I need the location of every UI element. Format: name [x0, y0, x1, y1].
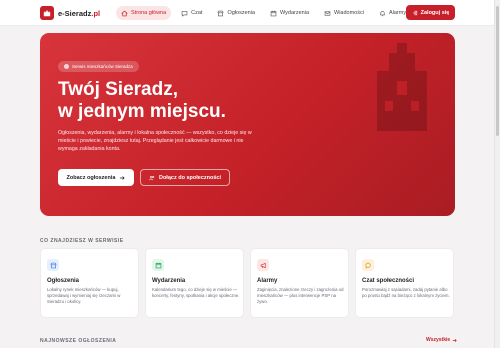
- main-nav: Strona główna Czat Ogłoszenia Wydarzenia…: [116, 6, 411, 20]
- join-community-button[interactable]: Dołącz do społeczności: [140, 169, 230, 186]
- mail-icon: [324, 10, 331, 16]
- hero-title-line2: w jednym miejscu.: [58, 101, 226, 122]
- users-icon: [149, 175, 155, 180]
- chat-bubble-icon: [362, 259, 374, 271]
- card-title: Czat społeczności: [362, 278, 415, 284]
- see-listings-label: Zobacz ogłoszenia: [66, 174, 116, 181]
- storefront-icon: [218, 10, 224, 16]
- calendar-icon: [270, 10, 277, 16]
- hero-title: Twój Sieradz, w jednym miejscu.: [58, 79, 318, 123]
- feature-card-events[interactable]: Wydarzenia Kalendarium tego, co dzieje s…: [145, 248, 244, 318]
- nav-item-events[interactable]: Wydarzenia: [265, 6, 314, 20]
- card-description: Zaginięcia, znalezione rzeczy i zagrożen…: [257, 287, 344, 304]
- nav-item-messages[interactable]: Wiadomości: [319, 6, 369, 20]
- arrow-right-icon: [120, 175, 126, 180]
- nav-item-chat[interactable]: Czat: [176, 6, 207, 20]
- logo-text: e-Sieradz.pl: [58, 8, 101, 18]
- login-label: Zaloguj się: [420, 9, 450, 16]
- page-scrollbar[interactable]: [494, 0, 500, 348]
- nav-label: Wiadomości: [334, 10, 364, 16]
- nav-label: Alarmy: [388, 10, 407, 16]
- nav-item-home[interactable]: Strona główna: [116, 6, 172, 20]
- site-logo[interactable]: e-Sieradz.pl: [40, 6, 100, 20]
- nav-label: Czat: [191, 10, 203, 16]
- login-button[interactable]: Zaloguj się: [406, 5, 455, 20]
- nav-label: Strona główna: [131, 10, 167, 16]
- join-community-label: Dołącz do społeczności: [158, 174, 222, 181]
- arrow-right-icon: [452, 338, 457, 342]
- nav-label: Wydarzenia: [280, 10, 310, 16]
- bell-icon: [380, 10, 385, 16]
- see-all-link[interactable]: Wszystkie: [426, 337, 457, 343]
- see-all-label: Wszystkie: [426, 337, 451, 343]
- badge-dot-icon: [64, 64, 69, 69]
- card-description: Lokalny rynek mieszkańców — kupuj, sprze…: [47, 287, 121, 304]
- feature-card-listings[interactable]: Ogłoszenia Lokalny rynek mieszkańców — k…: [40, 248, 139, 318]
- nav-item-listings[interactable]: Ogłoszenia: [212, 6, 260, 20]
- card-description: Kalendarium tego, co dzieje się w mieści…: [152, 287, 240, 298]
- top-navbar: e-Sieradz.pl Strona główna Czat Ogłoszen…: [0, 0, 494, 26]
- card-title: Wydarzenia: [152, 278, 186, 284]
- latest-listings-heading: NAJNOWSZE OGŁOSZENIA: [40, 338, 117, 344]
- features-heading: CO ZNAJDZIESZ W SERWISIE: [40, 238, 124, 244]
- chat-icon: [181, 10, 188, 17]
- megaphone-icon: [257, 259, 269, 271]
- card-title: Alarmy: [257, 278, 278, 284]
- card-title: Ogłoszenia: [47, 278, 80, 284]
- calendar-icon: [152, 259, 164, 271]
- hero-title-line1: Twój Sieradz,: [58, 79, 179, 100]
- feature-cards: Ogłoszenia Lokalny rynek mieszkańców — k…: [40, 248, 455, 318]
- login-icon: [412, 10, 417, 15]
- card-description: Porozmawiaj z sąsiadami, zadaj pytanie a…: [362, 287, 450, 298]
- home-icon: [121, 10, 128, 16]
- feature-card-alarms[interactable]: Alarmy Zaginięcia, znalezione rzeczy i z…: [250, 248, 349, 318]
- scrollbar-thumb[interactable]: [496, 6, 499, 136]
- town-hall-icon: [377, 43, 427, 131]
- see-listings-button[interactable]: Zobacz ogłoszenia: [58, 169, 134, 186]
- storefront-icon: [47, 259, 59, 271]
- hero-banner: Serwis mieszkańców Sieradza Twój Sieradz…: [40, 33, 455, 216]
- feature-card-chat[interactable]: Czat społeczności Porozmawiaj z sąsiadam…: [355, 248, 454, 318]
- hero-description: Ogłoszenia, wydarzenia, alarmy i lokalna…: [58, 130, 252, 152]
- logo-castle-icon: [40, 6, 54, 20]
- nav-label: Ogłoszenia: [227, 10, 256, 16]
- hero-badge-label: Serwis mieszkańców Sieradza: [72, 64, 133, 69]
- hero-badge: Serwis mieszkańców Sieradza: [58, 61, 139, 72]
